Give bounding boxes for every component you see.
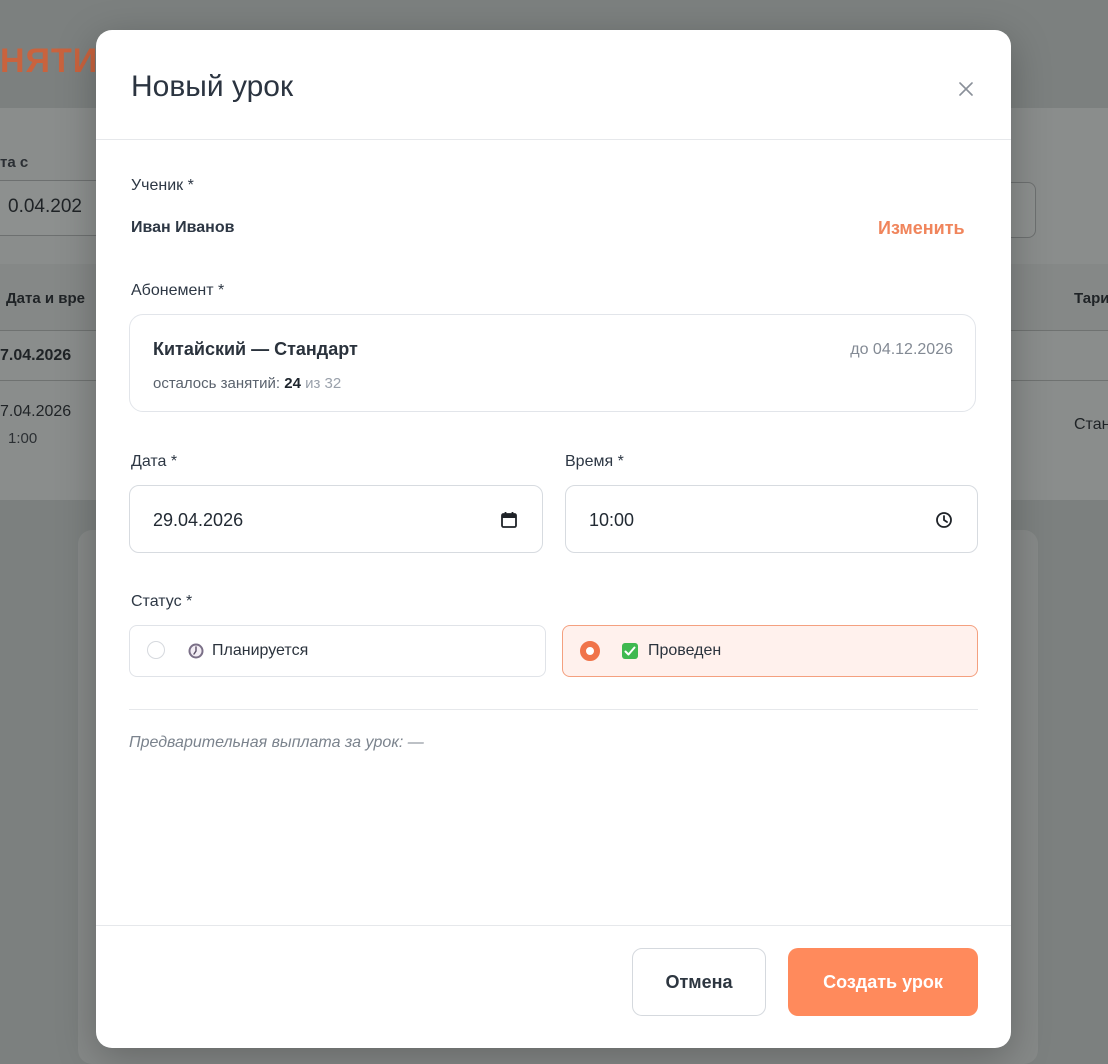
new-lesson-modal: Новый урок Ученик * Иван Иванов Изменить… <box>96 30 1011 1048</box>
clock-emoji-icon <box>188 643 204 659</box>
student-name: Иван Иванов <box>131 219 235 236</box>
status-option-label: Планируется <box>212 642 309 659</box>
close-icon <box>959 82 973 96</box>
close-button[interactable] <box>951 74 981 104</box>
radio-button-selected[interactable] <box>580 641 600 661</box>
status-label: Статус * <box>131 593 193 610</box>
modal-title: Новый урок <box>131 70 294 103</box>
table-row-date: 7.04.2026 <box>0 347 72 364</box>
time-input[interactable]: 10:00 <box>565 485 978 553</box>
subscription-card[interactable]: Китайский — Стандарт до 04.12.2026 остал… <box>129 314 976 412</box>
filter-date-from-label: та с <box>0 154 29 171</box>
calendar-icon[interactable] <box>499 510 519 530</box>
status-option-planned[interactable]: Планируется <box>129 625 546 677</box>
subscription-expiry: до 04.12.2026 <box>850 341 953 358</box>
page-heading: НЯТИ <box>0 42 99 80</box>
check-mark-icon <box>622 643 638 659</box>
date-input[interactable]: 29.04.2026 <box>129 485 543 553</box>
date-label: Дата * <box>131 453 178 470</box>
change-student-link[interactable]: Изменить <box>878 218 965 239</box>
table-row-time: 1:00 <box>8 430 38 447</box>
status-option-completed[interactable]: Проведен <box>562 625 978 677</box>
divider <box>129 709 978 710</box>
clock-icon[interactable] <box>934 510 954 530</box>
time-label: Время * <box>565 453 624 470</box>
modal-header: Новый урок <box>96 30 1011 140</box>
radio-button[interactable] <box>147 641 165 659</box>
subscription-name: Китайский — Стандарт <box>153 339 358 359</box>
student-label: Ученик * <box>131 177 194 194</box>
modal-footer: Отмена Создать урок <box>96 925 1011 1049</box>
column-header-datetime: Дата и вре <box>6 290 85 307</box>
remaining-count: 24 <box>284 375 301 392</box>
cancel-button[interactable]: Отмена <box>632 948 766 1016</box>
remaining-total: из 32 <box>305 375 342 392</box>
table-row-tariff: Стан <box>1074 416 1108 433</box>
column-header-tariff: Тари <box>1074 290 1108 307</box>
subscription-remaining: осталось занятий: 24 из 32 <box>153 375 341 392</box>
subscription-label: Абонемент * <box>131 282 225 299</box>
prepayment-note: Предварительная выплата за урок: — <box>129 734 424 751</box>
create-lesson-button[interactable]: Создать урок <box>788 948 978 1016</box>
filter-date-from-value: 0.04.202 <box>8 196 82 217</box>
status-option-label: Проведен <box>648 642 722 659</box>
remaining-prefix: осталось занятий: <box>153 375 281 392</box>
table-row-date: 7.04.2026 <box>0 403 72 420</box>
date-value: 29.04.2026 <box>153 510 244 530</box>
time-value: 10:00 <box>589 510 635 530</box>
